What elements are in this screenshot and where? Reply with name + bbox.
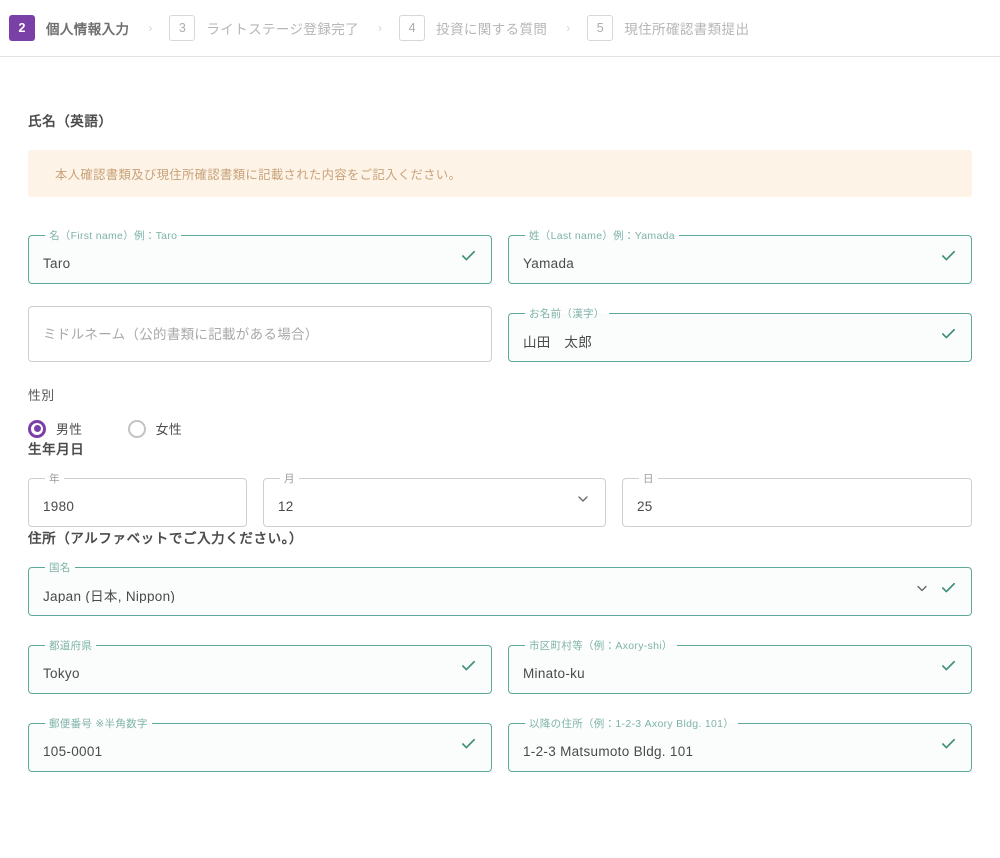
step-badge-5: 5	[587, 15, 614, 41]
birth-day-label: 日	[643, 473, 654, 485]
middle-name-input[interactable]	[43, 326, 477, 342]
kanji-name-label: お名前（漢字）	[529, 308, 605, 320]
birth-month-field[interactable]: 月	[263, 471, 606, 527]
address-row-region: 都道府県 市区町村等（例：Axory-shi）	[28, 638, 972, 694]
prefecture-label: 都道府県	[49, 640, 93, 652]
postal-code-field[interactable]: 郵便番号 ※半角数字	[28, 716, 492, 772]
kanji-name-input[interactable]	[523, 333, 957, 349]
postal-code-input[interactable]	[43, 743, 477, 759]
birth-month-adornment	[575, 491, 591, 507]
first-name-input[interactable]	[43, 255, 477, 271]
step-badge-4: 4	[399, 15, 426, 41]
birth-day-input[interactable]	[637, 498, 957, 514]
gender-option-female[interactable]: 女性	[127, 419, 183, 438]
form-content: 氏名（英語） 本人確認書類及び現住所確認書類に記載された内容をご記入ください。 …	[0, 110, 1000, 772]
step-badge-2: 2	[9, 15, 35, 41]
city-input[interactable]	[523, 665, 957, 681]
gender-option-male[interactable]: 男性	[28, 419, 83, 438]
step-item-light-stage-complete[interactable]: 3 ライトステージ登録完了	[169, 15, 359, 41]
middle-name-field[interactable]	[28, 306, 492, 362]
step-separator-icon: ›	[148, 21, 153, 35]
step-badge-3: 3	[169, 15, 196, 41]
radio-unselected-icon	[127, 419, 146, 438]
progress-stepper: 2 個人情報入力 › 3 ライトステージ登録完了 › 4 投資に関する質問 › …	[0, 0, 1000, 57]
first-name-label: 名（First name）例：Taro	[49, 230, 178, 242]
birth-year-label: 年	[49, 473, 60, 485]
name-row-secondary: お名前（漢字）	[28, 306, 972, 362]
gender-label: 性別	[28, 388, 55, 403]
step-label-address-document: 現住所確認書類提出	[624, 22, 750, 37]
step-label-light-stage-complete: ライトステージ登録完了	[206, 22, 360, 37]
birth-month-label: 月	[284, 473, 295, 485]
chevron-down-icon[interactable]	[575, 491, 591, 507]
kanji-name-field[interactable]: お名前（漢字）	[508, 306, 972, 362]
country-input[interactable]	[43, 587, 957, 603]
street-address-label: 以降の住所（例：1-2-3 Axory Bldg. 101）	[529, 718, 735, 730]
first-name-field[interactable]: 名（First name）例：Taro	[28, 228, 492, 284]
name-notice-text: 本人確認書類及び現住所確認書類に記載された内容をご記入ください。	[55, 167, 462, 182]
last-name-label: 姓（Last name）例：Yamada	[529, 230, 675, 242]
name-row-primary: 名（First name）例：Taro 姓（Last name）例：Yamada	[28, 228, 972, 284]
street-address-field[interactable]: 以降の住所（例：1-2-3 Axory Bldg. 101）	[508, 716, 972, 772]
address-row-detail: 郵便番号 ※半角数字 以降の住所（例：1-2-3 Axory Bldg. 101…	[28, 716, 972, 772]
country-label: 国名	[49, 562, 71, 574]
birthdate-section-title: 生年月日	[28, 442, 85, 457]
last-name-input[interactable]	[523, 255, 957, 271]
step-separator-icon: ›	[378, 21, 383, 35]
last-name-field[interactable]: 姓（Last name）例：Yamada	[508, 228, 972, 284]
step-item-personal-info[interactable]: 2 個人情報入力	[9, 15, 129, 41]
gender-option-male-label: 男性	[56, 422, 83, 437]
chevron-down-icon[interactable]	[914, 580, 930, 596]
birth-day-field[interactable]: 日	[622, 471, 972, 527]
gender-radio-group: 男性 女性	[28, 419, 972, 438]
name-section-title: 氏名（英語）	[28, 114, 113, 129]
step-separator-icon: ›	[566, 21, 571, 35]
step-item-investment-questions[interactable]: 4 投資に関する質問	[399, 15, 547, 41]
radio-selected-icon	[28, 419, 46, 438]
birth-year-input[interactable]	[43, 498, 232, 514]
street-address-input[interactable]	[523, 743, 957, 759]
postal-code-label: 郵便番号 ※半角数字	[49, 718, 148, 730]
name-notice-banner: 本人確認書類及び現住所確認書類に記載された内容をご記入ください。	[28, 150, 972, 197]
birth-month-input[interactable]	[278, 498, 591, 514]
address-section-title: 住所（アルファベットでご入力ください。）	[28, 531, 304, 546]
step-label-investment-questions: 投資に関する質問	[436, 22, 548, 37]
step-label-personal-info: 個人情報入力	[46, 22, 130, 37]
prefecture-field[interactable]: 都道府県	[28, 638, 492, 694]
birthdate-row: 年 月 日	[28, 471, 972, 527]
birth-year-field[interactable]: 年	[28, 471, 247, 527]
gender-option-female-label: 女性	[155, 422, 183, 437]
prefecture-input[interactable]	[43, 665, 477, 681]
city-field[interactable]: 市区町村等（例：Axory-shi）	[508, 638, 972, 694]
city-label: 市区町村等（例：Axory-shi）	[529, 640, 673, 652]
country-row: 国名	[28, 560, 972, 616]
country-field[interactable]: 国名	[28, 560, 972, 616]
step-item-address-document[interactable]: 5 現住所確認書類提出	[587, 15, 749, 41]
